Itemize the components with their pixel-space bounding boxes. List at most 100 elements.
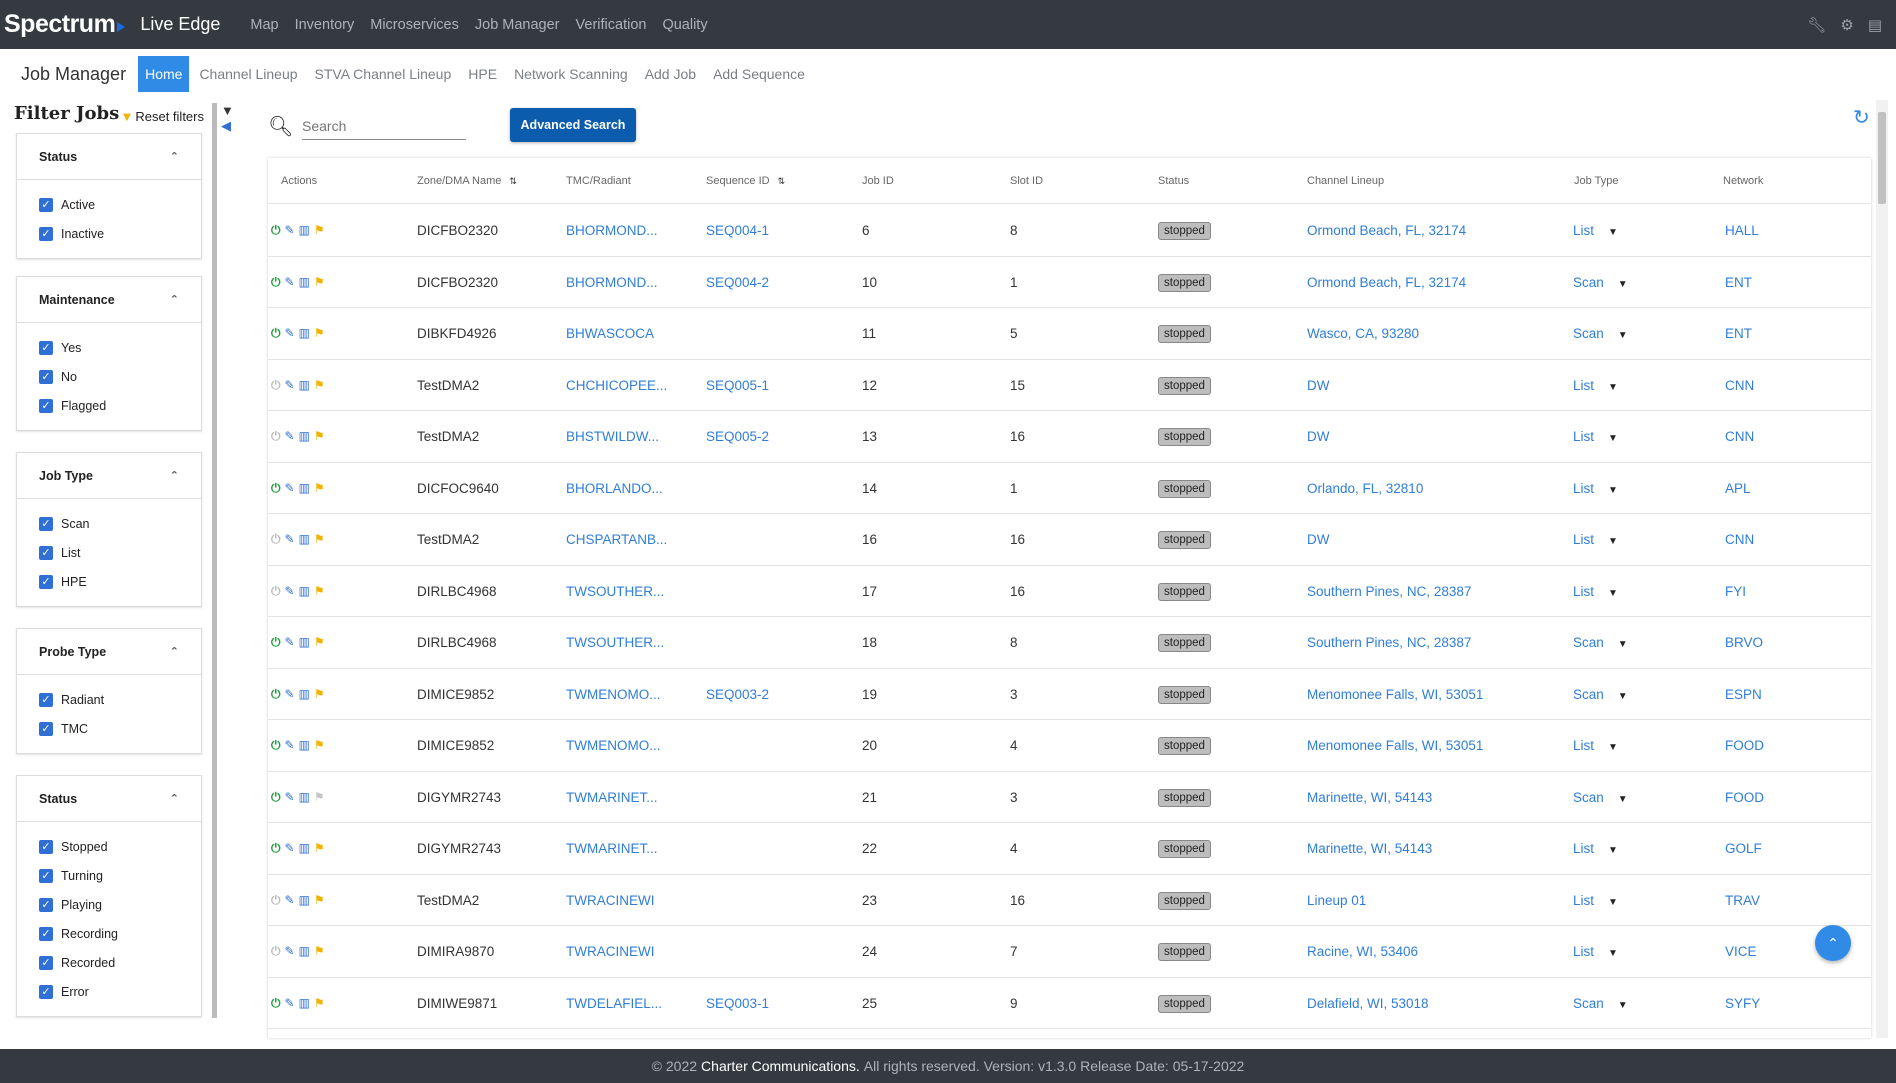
trash-icon[interactable]: ▥	[299, 584, 310, 599]
job-type-select[interactable]: List ▼	[1573, 944, 1618, 959]
checkbox-checked-icon[interactable]: ✓	[39, 398, 53, 413]
power-icon[interactable]: ⏻	[271, 635, 281, 650]
trash-icon[interactable]: ▥	[299, 687, 310, 702]
app-name[interactable]: Live Edge	[140, 14, 220, 35]
search-input[interactable]	[302, 112, 466, 140]
caret-down-icon[interactable]: ▼	[1608, 485, 1618, 496]
power-icon[interactable]: ⏻	[271, 223, 281, 238]
cell-network[interactable]: CNN	[1725, 378, 1754, 393]
edit-icon[interactable]: ✎	[285, 944, 295, 959]
cell-tmc[interactable]: CHSPARTANB...	[566, 532, 667, 547]
job-type-select[interactable]: Scan ▼	[1573, 996, 1628, 1011]
flag-icon[interactable]: ⚑	[314, 532, 325, 547]
checkbox-checked-icon[interactable]: ✓	[39, 340, 53, 355]
cell-channel-lineup[interactable]: Menomonee Falls, WI, 53051	[1307, 687, 1483, 702]
sort-icon[interactable]: ⇅	[778, 176, 786, 186]
checkbox-checked-icon[interactable]: ✓	[39, 955, 53, 970]
power-icon[interactable]: ⏻	[271, 378, 281, 393]
checkbox-checked-icon[interactable]: ✓	[39, 226, 53, 241]
filter-card-header[interactable]: Status ⌃	[17, 776, 201, 822]
caret-down-icon[interactable]: ▼	[1618, 1000, 1628, 1011]
nav-verification[interactable]: Verification	[576, 17, 647, 33]
power-icon[interactable]: ⏻	[271, 841, 281, 856]
sort-icon[interactable]: ⇅	[509, 176, 517, 186]
cell-sequence-id[interactable]: SEQ003-2	[706, 687, 769, 702]
cell-network[interactable]: CNN	[1725, 532, 1754, 547]
reset-filters-button[interactable]: ▼ Reset filters	[120, 109, 204, 124]
refresh-icon[interactable]: ↻	[1853, 105, 1870, 130]
cell-network[interactable]: TRAV	[1725, 893, 1760, 908]
advanced-search-button[interactable]: Advanced Search	[510, 108, 636, 142]
nav-inventory[interactable]: Inventory	[295, 17, 355, 33]
job-type-select[interactable]: List ▼	[1573, 429, 1618, 444]
cell-network[interactable]: ENT	[1725, 275, 1752, 290]
checkbox-checked-icon[interactable]: ✓	[39, 984, 53, 999]
cell-tmc[interactable]: BHWASCOCA	[566, 326, 654, 341]
filter-card-header[interactable]: Probe Type ⌃	[17, 629, 201, 675]
trash-icon[interactable]: ▥	[299, 738, 310, 753]
cell-network[interactable]: VICE	[1725, 944, 1757, 959]
checkbox-checked-icon[interactable]: ✓	[39, 897, 53, 912]
edit-icon[interactable]: ✎	[285, 687, 295, 702]
flag-icon[interactable]: ⚑	[314, 326, 325, 341]
cell-sequence-id[interactable]: SEQ005-2	[706, 429, 769, 444]
caret-down-icon[interactable]: ▼	[1608, 742, 1618, 753]
flag-icon[interactable]: ⚑	[314, 944, 325, 959]
flag-icon[interactable]: ⚑	[314, 996, 325, 1011]
cell-network[interactable]: CNN	[1725, 429, 1754, 444]
nav-quality[interactable]: Quality	[662, 17, 707, 33]
cell-tmc[interactable]: TWRACINEWI	[566, 944, 655, 959]
edit-icon[interactable]: ✎	[285, 481, 295, 496]
power-icon[interactable]: ⏻	[271, 944, 281, 959]
filter-checkbox[interactable]: ✓ Yes	[39, 333, 201, 362]
flag-icon[interactable]: ⚑	[314, 223, 325, 238]
power-icon[interactable]: ⏻	[271, 275, 281, 290]
job-type-select[interactable]: List ▼	[1573, 584, 1618, 599]
trash-icon[interactable]: ▥	[299, 635, 310, 650]
cell-tmc[interactable]: TWMARINET...	[566, 841, 658, 856]
power-icon[interactable]: ⏻	[271, 738, 281, 753]
cell-channel-lineup[interactable]: Southern Pines, NC, 28387	[1307, 584, 1471, 599]
job-type-select[interactable]: Scan ▼	[1573, 326, 1628, 341]
job-type-select[interactable]: List ▼	[1573, 893, 1618, 908]
cell-tmc[interactable]: BHSTWILDW...	[566, 429, 659, 444]
nav-job-manager[interactable]: Job Manager	[475, 17, 560, 33]
filter-icon[interactable]: ▼	[221, 103, 234, 118]
filter-card-header[interactable]: Job Type ⌃	[17, 453, 201, 499]
job-type-select[interactable]: Scan ▼	[1573, 687, 1628, 702]
power-icon[interactable]: ⏻	[271, 790, 281, 805]
trash-icon[interactable]: ▥	[299, 893, 310, 908]
checkbox-checked-icon[interactable]: ✓	[39, 545, 53, 560]
caret-down-icon[interactable]: ▼	[1618, 794, 1628, 805]
book-icon[interactable]: ▤	[1868, 16, 1882, 34]
caret-down-icon[interactable]: ▼	[1608, 897, 1618, 908]
cell-network[interactable]: FOOD	[1725, 790, 1764, 805]
cell-tmc[interactable]: TWMENOMO...	[566, 687, 661, 702]
cell-sequence-id[interactable]: SEQ004-2	[706, 275, 769, 290]
flag-icon[interactable]: ⚑	[314, 275, 325, 290]
flag-icon[interactable]: ⚑	[314, 790, 325, 805]
filter-checkbox[interactable]: ✓ TMC	[39, 714, 201, 743]
brand-logo[interactable]: Spectrum	[4, 10, 126, 39]
edit-icon[interactable]: ✎	[285, 738, 295, 753]
power-icon[interactable]: ⏻	[271, 893, 281, 908]
job-type-select[interactable]: List ▼	[1573, 738, 1618, 753]
edit-icon[interactable]: ✎	[285, 275, 295, 290]
cell-channel-lineup[interactable]: Delafield, WI, 53018	[1307, 996, 1429, 1011]
header-zone[interactable]: Zone/DMA Name ⇅	[417, 175, 517, 187]
flag-icon[interactable]: ⚑	[314, 687, 325, 702]
caret-down-icon[interactable]: ▼	[1608, 536, 1618, 547]
cell-network[interactable]: ESPN	[1725, 687, 1762, 702]
cell-channel-lineup[interactable]: Racine, WI, 53406	[1307, 944, 1418, 959]
power-icon[interactable]: ⏻	[271, 326, 281, 341]
cell-channel-lineup[interactable]: Menomonee Falls, WI, 53051	[1307, 738, 1483, 753]
filter-checkbox[interactable]: ✓ Flagged	[39, 391, 201, 420]
caret-down-icon[interactable]: ▼	[1618, 279, 1628, 290]
checkbox-checked-icon[interactable]: ✓	[39, 926, 53, 941]
edit-icon[interactable]: ✎	[285, 635, 295, 650]
tab-add-job[interactable]: Add Job	[638, 56, 703, 92]
job-type-select[interactable]: Scan ▼	[1573, 790, 1628, 805]
scrollbar-thumb[interactable]	[1878, 112, 1886, 204]
cell-network[interactable]: FYI	[1725, 584, 1746, 599]
edit-icon[interactable]: ✎	[285, 584, 295, 599]
